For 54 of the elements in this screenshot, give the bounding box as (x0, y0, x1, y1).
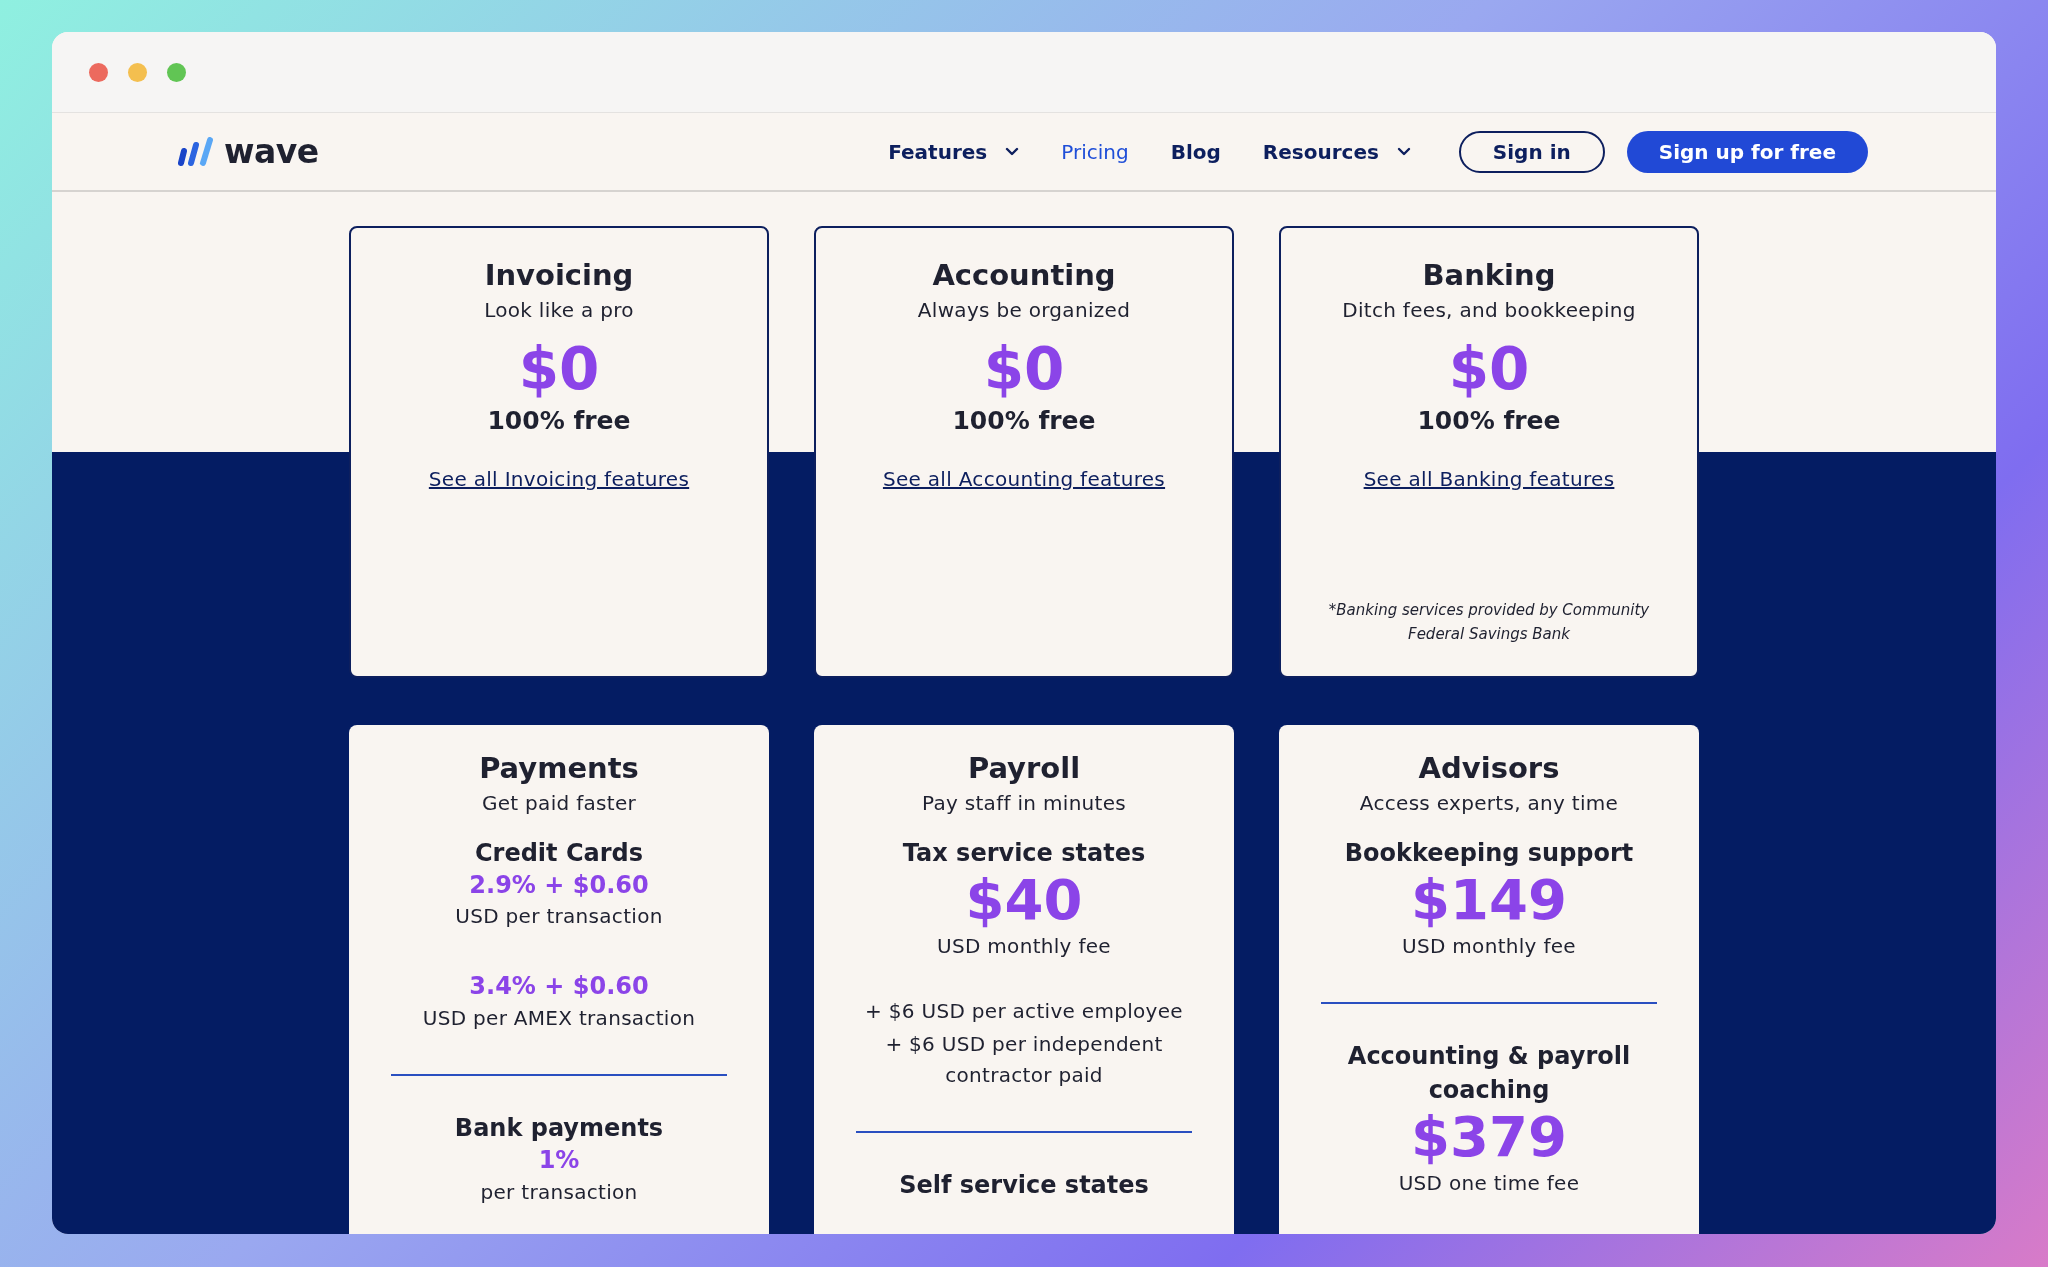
rate: 2.9% + $0.60 (469, 870, 649, 900)
card-title: Accounting (932, 258, 1116, 292)
price-note: 100% free (952, 405, 1096, 435)
nav-link[interactable]: Blog (1170, 139, 1221, 164)
rate: 3.4% + $0.60 (469, 972, 649, 1002)
card-subtitle: Always be organized (917, 298, 1131, 322)
nav-link[interactable]: Features (888, 139, 1020, 164)
price: $379 (1411, 1107, 1567, 1167)
footnote: *Banking services provided by Community Federal Savings Bank (1327, 600, 1651, 645)
price-note: + $6 USD per active employee (865, 998, 1183, 1026)
card-title: Advisors (1418, 751, 1560, 785)
price: $149 (1411, 870, 1567, 930)
price-note: per transaction (480, 1178, 638, 1206)
service-label: Tax service states (902, 838, 1146, 869)
price-note: + $6 USD per independent contractor paid (884, 1031, 1164, 1090)
price: $40 (965, 870, 1083, 930)
service-label: Self service states (899, 1170, 1149, 1202)
sign-up-button[interactable]: Sign up for free (1626, 130, 1868, 173)
price-note: USD per transaction (455, 903, 663, 931)
price: $0 (1448, 338, 1530, 402)
close-icon[interactable] (89, 62, 108, 82)
chevron-down-icon (1396, 146, 1411, 157)
features-link[interactable]: See all Accounting features (882, 466, 1166, 491)
price-note: 100% free (1417, 405, 1561, 435)
chevron-down-icon (1005, 146, 1020, 157)
card-subtitle: Access experts, any time (1359, 791, 1619, 815)
price-note: 100% free (487, 405, 631, 435)
minimize-icon[interactable] (128, 62, 147, 82)
logo-text[interactable]: wave (224, 132, 319, 171)
card-title: Banking (1422, 258, 1556, 292)
card-subtitle: Pay staff in minutes (921, 791, 1127, 815)
nav-link[interactable]: Pricing (1061, 139, 1129, 164)
price-note: USD monthly fee (937, 933, 1111, 961)
sign-in-button[interactable]: Sign in (1458, 130, 1605, 173)
price: $0 (983, 338, 1065, 402)
features-link[interactable]: See all Banking features (1363, 466, 1615, 491)
price-note: USD per AMEX transaction (422, 1005, 696, 1033)
card-subtitle: Look like a pro (484, 298, 634, 322)
price-note: USD one time fee (1398, 1170, 1580, 1198)
price: $0 (518, 338, 600, 402)
card-title: Payments (479, 751, 639, 785)
service-label: Bookkeeping support (1344, 838, 1634, 869)
rate: 1% (538, 1145, 580, 1175)
card-title: Payroll (967, 751, 1081, 785)
features-link[interactable]: See all Invoicing features (428, 466, 690, 491)
card-title: Invoicing (484, 258, 634, 292)
service-label: Accounting & payroll coaching (1346, 1041, 1632, 1106)
service-label: Credit Cards (474, 838, 644, 869)
card-subtitle: Get paid faster (481, 791, 637, 815)
card-subtitle: Ditch fees, and bookkeeping (1342, 298, 1636, 322)
maximize-icon[interactable] (167, 62, 186, 82)
service-label: Bank payments (454, 1113, 664, 1145)
nav-link[interactable]: Resources (1262, 139, 1411, 164)
price-note: USD monthly fee (1402, 933, 1576, 961)
